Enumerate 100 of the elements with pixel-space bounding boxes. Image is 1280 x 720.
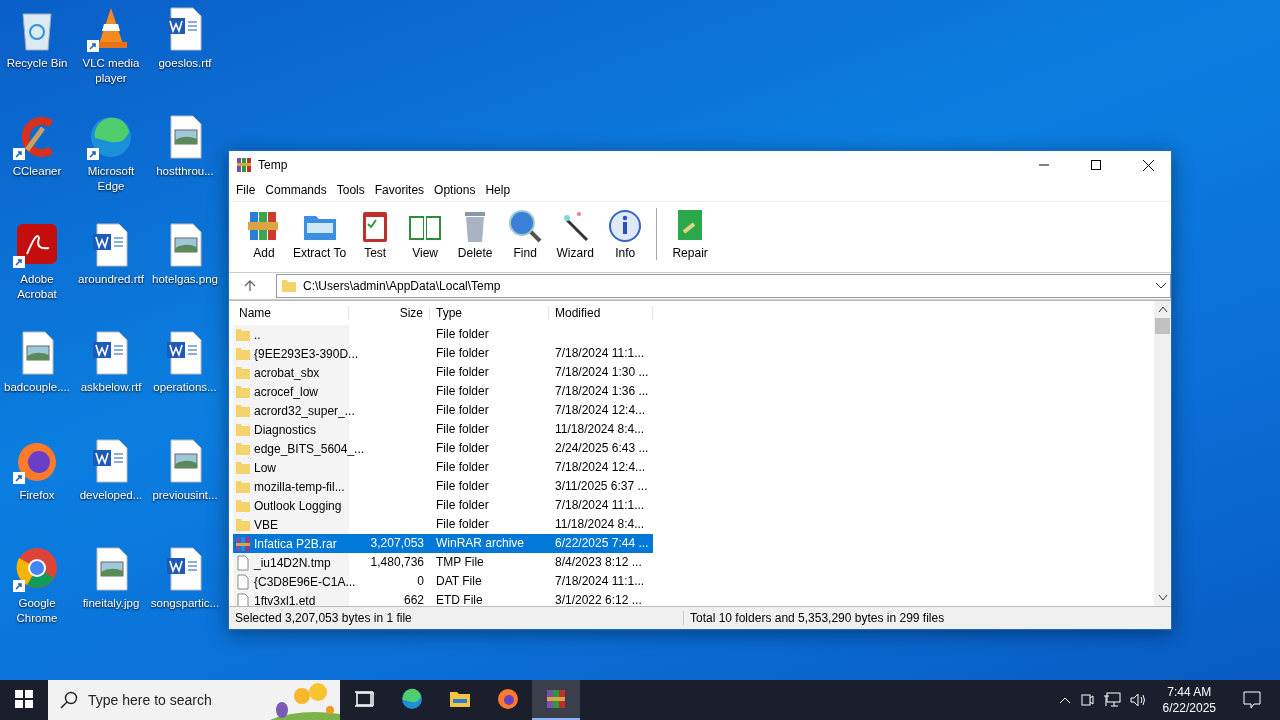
- column-header[interactable]: Name: [233, 306, 349, 320]
- status-selection: Selected 3,207,053 bytes in 1 file: [234, 611, 413, 625]
- file-modified: 7/18/2024 11:1...: [554, 573, 646, 590]
- desktop-icon-label[interactable]: aroundred.rtf: [74, 272, 148, 287]
- up-arrow-icon[interactable]: [244, 280, 256, 292]
- toolbar-button[interactable]: Info: [600, 208, 651, 260]
- column-header[interactable]: Size: [349, 306, 430, 320]
- file-row[interactable]: Outlook Logging File folder 7/18/2024 11:1...: [233, 496, 653, 515]
- file-size: 1,480,736: [369, 554, 425, 571]
- toolbar-button[interactable]: Find: [500, 208, 551, 260]
- toolbar-button[interactable]: Wizard: [550, 208, 601, 260]
- file-row[interactable]: mozilla-temp-fil... File folder 3/11/2025 6:37 ...: [233, 477, 653, 496]
- file-type: File folder: [435, 497, 490, 514]
- scroll-up-icon[interactable]: [1157, 305, 1168, 313]
- file-name: mozilla-temp-fil...: [254, 479, 345, 494]
- folder-icon: [235, 497, 251, 514]
- file-name: VBE: [254, 517, 278, 532]
- file-row[interactable]: _iu14D2N.tmp 1,480,736 TMP File 8/4/2023 8:12 ...: [233, 553, 653, 572]
- file-type: DAT File: [435, 573, 483, 590]
- maximize-icon[interactable]: [1091, 160, 1101, 170]
- desktop-icon-label[interactable]: Google Chrome: [0, 596, 74, 626]
- file-row[interactable]: Infatica P2B.rar 3,207,053 WinRAR archive 6/22/2025 7:44 ...: [233, 534, 653, 553]
- address-field[interactable]: C:\Users\admin\AppData\Local\Temp: [276, 274, 1171, 298]
- desktop-icon-label[interactable]: fineitaly.jpg: [74, 596, 148, 611]
- folder-icon: [235, 402, 251, 419]
- folder-icon: [235, 478, 251, 495]
- address-path: C:\Users\admin\AppData\Local\Temp: [303, 279, 502, 293]
- menu-item[interactable]: Commands: [260, 183, 332, 197]
- file-row[interactable]: VBE File folder 11/18/2024 8:4...: [233, 515, 653, 534]
- file-icon: [235, 592, 251, 609]
- search-field[interactable]: Type here to search: [48, 680, 340, 720]
- toolbar-button[interactable]: Test: [350, 208, 401, 260]
- desktop-icon-label[interactable]: hostthrou...: [148, 164, 222, 179]
- desktop-icon-label[interactable]: badcouple....: [0, 380, 74, 395]
- close-icon[interactable]: [1142, 159, 1154, 171]
- menu-item[interactable]: Help: [480, 183, 516, 197]
- find-icon: [507, 208, 544, 244]
- file-row[interactable]: Diagnostics File folder 11/18/2024 8:4...: [233, 420, 653, 439]
- file-icon: [235, 573, 251, 590]
- desktop-icon-label[interactable]: operations...: [148, 380, 222, 395]
- desktop-icon-label[interactable]: songspartic...: [148, 596, 222, 611]
- toolbar-button[interactable]: Add: [239, 208, 289, 260]
- file-row[interactable]: {9EE293E3-390D... File folder 7/18/2024 11:1...: [233, 344, 653, 363]
- archive-icon: [235, 535, 251, 552]
- column-header[interactable]: Type: [430, 306, 549, 320]
- column-header[interactable]: Modified: [549, 306, 653, 320]
- toolbar-button[interactable]: View: [400, 208, 451, 260]
- folder-icon: [235, 440, 251, 457]
- desktop-icon-label[interactable]: Recycle Bin: [0, 56, 74, 71]
- scrollbar[interactable]: [1154, 301, 1171, 606]
- toolbar-button[interactable]: Repair: [665, 208, 716, 260]
- desktop-icon-label[interactable]: CCleaner: [0, 164, 74, 179]
- desktop-icon-label[interactable]: Firefox: [0, 488, 74, 503]
- file-row[interactable]: Low File folder 7/18/2024 12:4...: [233, 458, 653, 477]
- file-type: File folder: [435, 364, 490, 381]
- speaker-icon[interactable]: [1128, 692, 1147, 708]
- file-name: 1ftv3xl1.etd: [254, 593, 316, 608]
- file-modified: 7/18/2024 1:36 ...: [554, 383, 650, 400]
- file-row[interactable]: acrocef_low File folder 7/18/2024 1:36 ...: [233, 382, 653, 401]
- menu-item[interactable]: Options: [429, 183, 481, 197]
- desktop-icon-label[interactable]: hotelgas.png: [148, 272, 222, 287]
- chevron-up-icon[interactable]: [1058, 696, 1071, 704]
- network-icon[interactable]: [1102, 692, 1121, 708]
- file-type: ETD File: [435, 592, 484, 609]
- firefox-icon: [497, 688, 519, 710]
- folder-icon: [235, 421, 251, 438]
- file-row[interactable]: {C3D8E96E-C1A... 0 DAT File 7/18/2024 11:1...: [233, 572, 653, 591]
- windows-logo-icon[interactable]: [15, 690, 33, 708]
- dropdown-icon[interactable]: [1156, 283, 1166, 289]
- taskbar-app-button[interactable]: [532, 680, 580, 720]
- file-row[interactable]: .. File folder: [233, 325, 653, 344]
- file-modified: 3/11/2025 6:37 ...: [554, 478, 649, 495]
- desktop-icon-label[interactable]: previousint...: [148, 488, 222, 503]
- desktop-icon-label[interactable]: goeslos.rtf: [148, 56, 222, 71]
- desktop-icon-label[interactable]: Adobe Acrobat: [0, 272, 74, 302]
- file-row[interactable]: acrobat_sbx File folder 7/18/2024 1:30 ...: [233, 363, 653, 382]
- file-type: File folder: [435, 516, 490, 533]
- file-name: ..: [254, 327, 261, 342]
- menu-item[interactable]: Tools: [331, 183, 370, 197]
- file-modified: 3/1/2022 6:12 ...: [554, 592, 643, 609]
- menu-item[interactable]: Favorites: [369, 183, 430, 197]
- camera-icon[interactable]: [1078, 692, 1095, 708]
- folder-icon: [235, 383, 251, 400]
- file-row[interactable]: edge_BITS_5604_... File folder 2/24/2025 6:43 ...: [233, 439, 653, 458]
- file-type: TMP File: [435, 554, 485, 571]
- clock[interactable]: 7:44 AM 6/22/2025: [1154, 684, 1224, 716]
- desktop-icon-label[interactable]: Microsoft Edge: [74, 164, 148, 194]
- file-name: {C3D8E96E-C1A...: [254, 574, 356, 589]
- file-icon: [235, 554, 251, 571]
- toolbar-button[interactable]: Delete: [450, 208, 501, 260]
- desktop-icon-label[interactable]: developed...: [74, 488, 148, 503]
- menu-item[interactable]: File: [231, 183, 261, 197]
- file-row[interactable]: acrord32_super_... File folder 7/18/2024 12:4...: [233, 401, 653, 420]
- scroll-thumb[interactable]: [1155, 318, 1170, 334]
- folder-icon: [235, 459, 251, 476]
- scroll-down-icon[interactable]: [1157, 594, 1168, 602]
- toolbar-button[interactable]: Extract To: [289, 208, 351, 260]
- desktop-icon-label[interactable]: VLC media player: [74, 56, 148, 86]
- desktop-icon-label[interactable]: askbelow.rtf: [74, 380, 148, 395]
- file-modified: 2/24/2025 6:43 ...: [554, 440, 650, 457]
